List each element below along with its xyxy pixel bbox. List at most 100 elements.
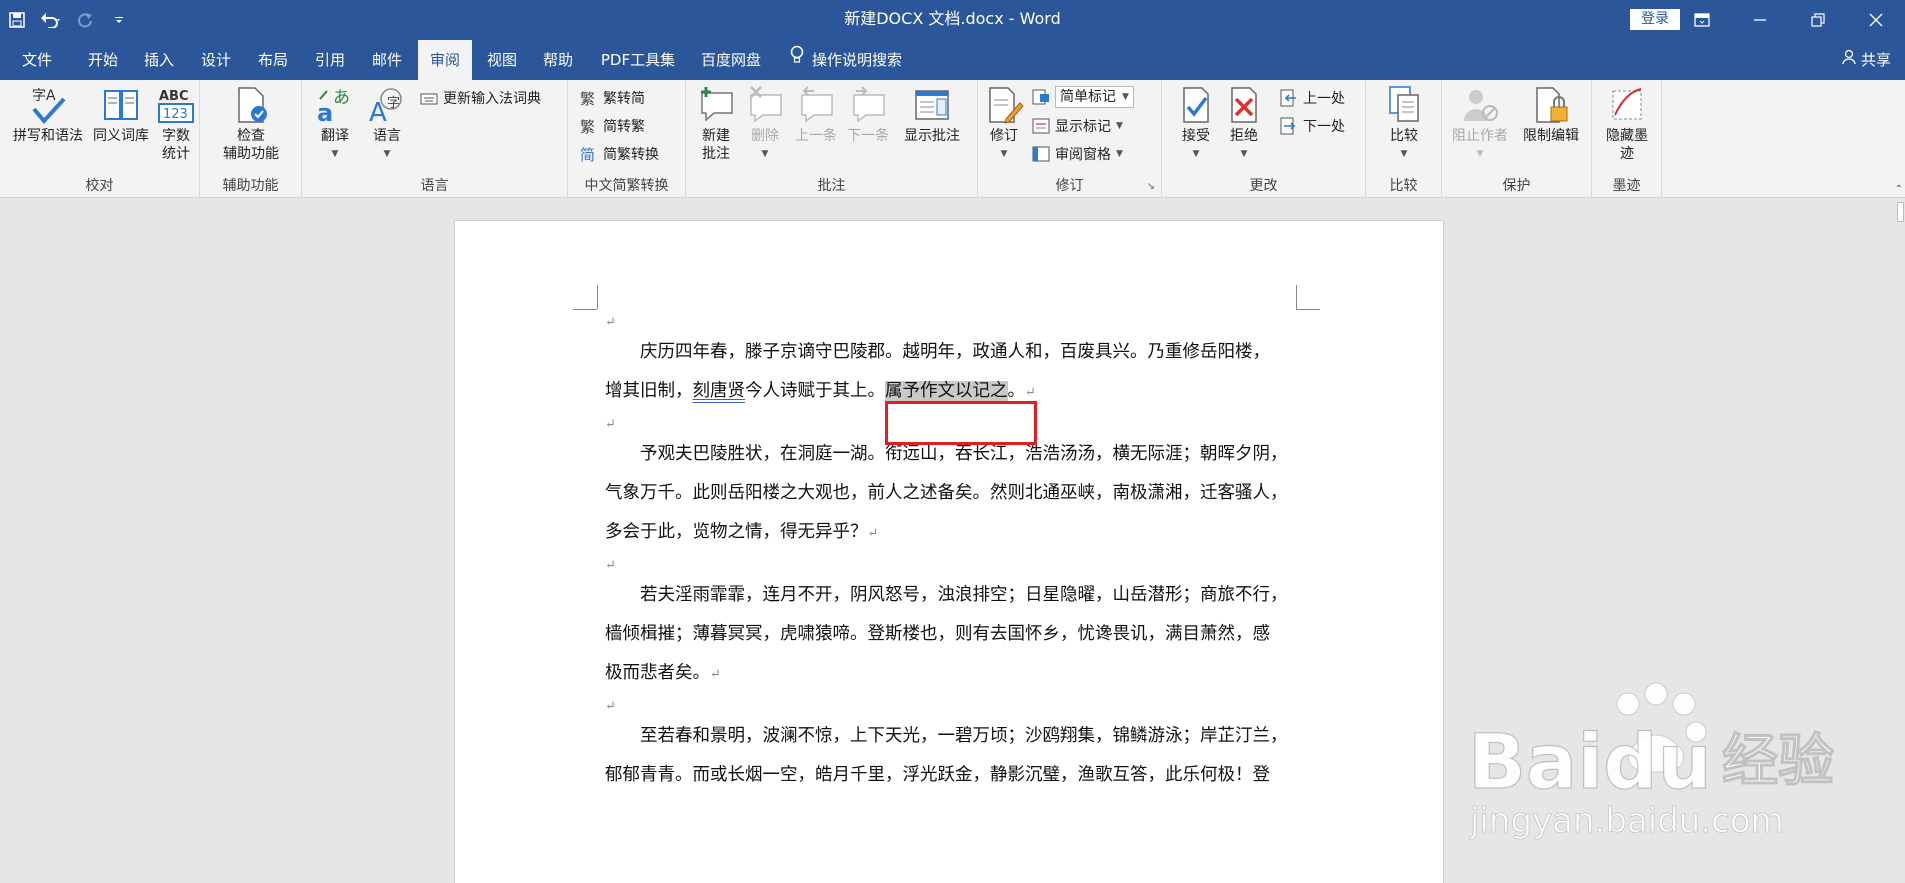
tab-design[interactable]: 设计 — [191, 40, 241, 80]
tab-file[interactable]: 文件 — [12, 40, 62, 80]
paragraph-4[interactable]: 至若春和景明，波澜不惊，上下天光，一碧万顷；沙鸥翔集，锦鳞游泳；岸芷汀兰， 郁郁… — [605, 717, 1315, 795]
tab-home[interactable]: 开始 — [78, 40, 128, 80]
svg-text:ABC: ABC — [159, 89, 189, 104]
hide-ink-icon — [1605, 85, 1649, 125]
block-authors-button[interactable]: 阻止作者 ▼ — [1448, 85, 1512, 163]
show-comments-button[interactable]: 显示批注 — [894, 85, 970, 145]
window-title: 新建DOCX 文档.docx - Word — [844, 9, 1061, 28]
tell-me-search[interactable]: 操作说明搜索 — [790, 40, 902, 80]
paragraph-mark: ↵ — [605, 699, 616, 714]
paragraph-2[interactable]: 予观夫巴陵胜状，在洞庭一湖。衔远山，吞长江，浩浩汤汤，横无际涯；朝晖夕阴， 气象… — [605, 435, 1315, 576]
s2t-label: 简转繁 — [603, 119, 645, 135]
customize-qat-icon[interactable] — [102, 0, 136, 40]
reviewing-pane-icon — [1032, 145, 1050, 163]
paragraph-line: 若夫淫雨霏霏，连月不开，阴风怒号，浊浪排空；日星隐曜，山岳潜形；商旅不行， — [605, 585, 1288, 605]
svg-text:A: A — [369, 98, 387, 125]
update-ime-label: 更新输入法词典 — [443, 91, 541, 107]
spelling-grammar-button[interactable]: 字A 拼写和语法 — [8, 85, 88, 145]
language-button[interactable]: A字 语言 ▼ — [362, 85, 412, 163]
spelling-label: 拼写和语法 — [13, 128, 83, 144]
show-markup-dropdown-icon: ▼ — [1116, 121, 1123, 131]
previous-comment-button[interactable]: 上一条 — [790, 85, 842, 145]
check-accessibility-button[interactable]: 检查 辅助功能 — [208, 85, 294, 163]
next-comment-button[interactable]: 下一条 — [842, 85, 894, 145]
restrict-editing-button[interactable]: 限制编辑 — [1516, 85, 1586, 145]
ribbon-display-options-icon[interactable] — [1673, 0, 1731, 40]
next-change-button[interactable]: 下一处 — [1280, 114, 1345, 138]
selected-text[interactable]: 属予作文以记之 — [885, 381, 1008, 401]
group-label-tracking: 修订 — [1055, 178, 1084, 194]
tab-review[interactable]: 审阅 — [418, 40, 472, 80]
svg-text:繁: 繁 — [580, 118, 595, 135]
undo-icon[interactable] — [34, 0, 68, 40]
new-comment-button[interactable]: 新建 批注 — [692, 85, 740, 163]
redo-icon[interactable] — [68, 0, 102, 40]
thesaurus-button[interactable]: 同义词库 — [88, 85, 154, 145]
tab-view[interactable]: 视图 — [477, 40, 527, 80]
tab-pdf-tools[interactable]: PDF工具集 — [593, 40, 683, 80]
collapse-ribbon-icon[interactable]: ⌃ — [1895, 184, 1903, 195]
group-label-ink: 墨迹 — [1612, 178, 1641, 194]
restore-icon[interactable] — [1789, 0, 1847, 40]
markup-display-select[interactable]: 简单标记 ▼ — [1032, 85, 1134, 109]
language-icon: A字 — [365, 85, 409, 125]
window-controls — [1673, 0, 1905, 40]
reviewing-pane-dropdown-icon: ▼ — [1116, 149, 1123, 159]
accept-button[interactable]: 接受 ▼ — [1174, 85, 1218, 163]
group-ink: 隐藏墨 迹 墨迹 — [1592, 80, 1662, 198]
compare-button[interactable]: 比较 ▼ — [1380, 85, 1428, 163]
paragraph-mark: ↵ — [605, 558, 616, 573]
minimize-icon[interactable] — [1731, 0, 1789, 40]
tab-help[interactable]: 帮助 — [533, 40, 583, 80]
watermark-suffix: 经验 — [1722, 729, 1834, 794]
show-markup-button[interactable]: 显示标记 ▼ — [1032, 114, 1123, 138]
group-compare: 比较 ▼ 比较 — [1366, 80, 1442, 198]
close-icon[interactable] — [1847, 0, 1905, 40]
simplified-to-traditional-button[interactable]: 繁 简转繁 — [580, 114, 645, 138]
save-icon[interactable] — [0, 0, 34, 40]
accept-dropdown-icon: ▼ — [1192, 149, 1200, 159]
reject-button[interactable]: 拒绝 ▼ — [1222, 85, 1266, 163]
tab-insert[interactable]: 插入 — [134, 40, 184, 80]
new-comment-label: 新建 批注 — [702, 128, 730, 162]
translate-button[interactable]: aあ 翻译 ▼ — [310, 85, 360, 163]
word-count-label: 字数 统计 — [162, 128, 190, 162]
reviewing-pane-button[interactable]: 审阅窗格 ▼ — [1032, 142, 1123, 166]
group-label-protect: 保护 — [1502, 178, 1531, 194]
paragraph-3[interactable]: 若夫淫雨霏霏，连月不开，阴风怒号，浊浪排空；日星隐曜，山岳潜形；商旅不行， 樯倾… — [605, 576, 1315, 717]
delete-comment-button[interactable]: 删除 ▼ — [742, 85, 788, 163]
word-count-button[interactable]: ABC 123 字数 统计 — [154, 85, 198, 163]
update-ime-dictionary-button[interactable]: 更新输入法词典 — [420, 86, 541, 110]
share-button[interactable]: 共享 — [1841, 40, 1891, 80]
compare-label: 比较 — [1390, 128, 1418, 144]
paragraph-mark: ↵ — [1025, 385, 1036, 400]
tab-mailings[interactable]: 邮件 — [362, 40, 412, 80]
tracking-options-launcher-icon[interactable]: ↘ — [1147, 181, 1155, 192]
traditional-to-simplified-button[interactable]: 繁 繁转简 — [580, 86, 645, 110]
tab-references[interactable]: 引用 — [305, 40, 355, 80]
document-page[interactable]: ↵ 庆历四年春，滕子京谪守巴陵郡。越明年，政通人和，百废具兴。乃重修岳阳楼， 增… — [454, 220, 1444, 883]
previous-comment-icon — [794, 85, 838, 125]
scrollbar-thumb[interactable] — [1897, 202, 1904, 222]
block-authors-label: 阻止作者 — [1452, 128, 1508, 144]
accessibility-check-icon — [229, 85, 273, 125]
next-comment-label: 下一条 — [847, 128, 889, 144]
accessibility-label: 检查 辅助功能 — [223, 128, 279, 162]
svg-text:a: a — [317, 99, 333, 125]
track-changes-button[interactable]: 修订 ▼ — [982, 85, 1026, 163]
group-label-chinese: 中文简繁转换 — [584, 178, 669, 194]
previous-change-label: 上一处 — [1303, 91, 1345, 107]
tab-baidu-netdisk[interactable]: 百度网盘 — [693, 40, 769, 80]
baidu-jingyan-watermark: Baidu 经验 jingyan.baidu.com — [1460, 680, 1900, 880]
share-label: 共享 — [1860, 51, 1891, 69]
new-comment-icon — [694, 85, 738, 125]
group-tracking: 修订 ▼ 简单标记 ▼ 显示标记 ▼ 审阅窗格 ▼ 修订 ↘ — [978, 80, 1162, 198]
group-changes: 接受 ▼ 拒绝 ▼ 上一处 下一处 更改 — [1162, 80, 1366, 198]
empty-line[interactable]: ↵ — [605, 309, 1315, 333]
previous-change-button[interactable]: 上一处 — [1280, 86, 1345, 110]
reject-dropdown-icon: ▼ — [1240, 149, 1248, 159]
chinese-conversion-button[interactable]: 简 简繁转换 — [580, 142, 659, 166]
hide-ink-button[interactable]: 隐藏墨 迹 — [1600, 85, 1654, 163]
group-label-accessibility: 辅助功能 — [222, 178, 279, 194]
tab-layout[interactable]: 布局 — [248, 40, 298, 80]
